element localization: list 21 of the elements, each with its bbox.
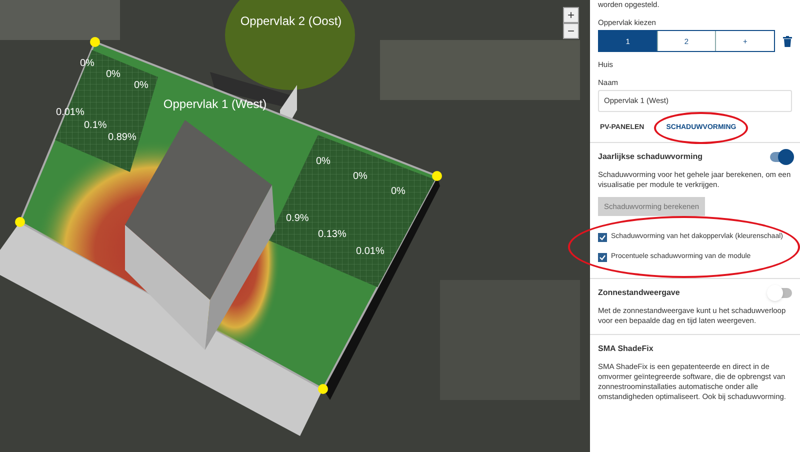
module-shade-percentage: 0% <box>316 155 330 169</box>
checkbox[interactable] <box>598 233 607 242</box>
module-shade-percentage: 0.13% <box>318 228 346 242</box>
trash-icon[interactable] <box>783 36 792 47</box>
toggle-switch[interactable] <box>770 152 792 162</box>
zoom-out-button[interactable]: − <box>563 23 579 39</box>
surface-label: Oppervlak 2 (Oost) <box>240 13 342 30</box>
module-shade-percentage: 0.89% <box>108 131 136 145</box>
section-title: Jaarlijkse schaduwvorming <box>598 151 702 164</box>
module-shade-percentage: 0.01% <box>356 245 384 259</box>
module-shade-percentage: 0% <box>106 68 120 82</box>
section-title: Zonnestandweergave <box>598 287 680 300</box>
module-shade-percentage: 0% <box>353 170 368 184</box>
toggle-switch[interactable] <box>770 288 792 298</box>
module-shade-percentage: 0.9% <box>286 212 309 226</box>
module-shade-percentage: 0% <box>391 185 406 199</box>
checkbox[interactable] <box>598 252 607 262</box>
module-shade-percentage: 0.1% <box>84 119 107 133</box>
zoom-in-button[interactable]: + <box>563 7 579 23</box>
section-title: SMA ShadeFix <box>598 343 654 356</box>
module-shade-percentage: 0% <box>134 79 148 93</box>
